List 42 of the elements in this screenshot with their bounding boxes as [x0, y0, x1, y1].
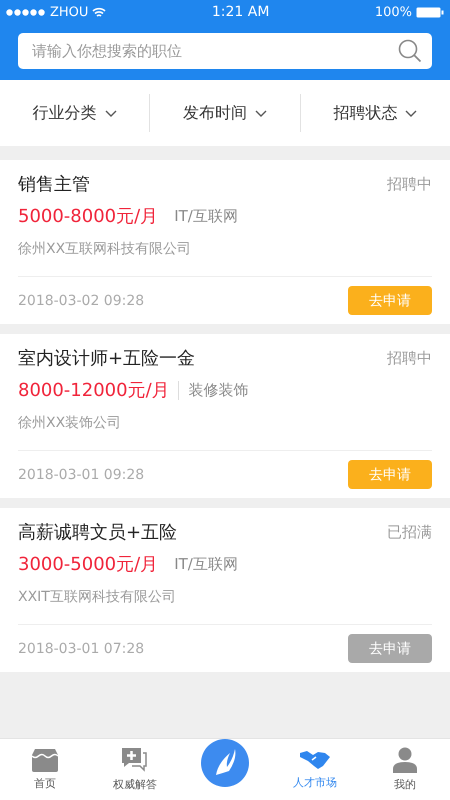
chevron-down-icon — [254, 110, 267, 116]
chevron-down-icon — [405, 110, 418, 116]
industry: 装修装饰 — [178, 380, 249, 400]
person-icon — [393, 747, 417, 773]
post-date: 2018-03-01 07:28 — [18, 640, 144, 656]
job-status: 招聘中 — [387, 348, 432, 368]
chat-add-icon — [121, 747, 149, 773]
handshake-icon — [300, 749, 330, 771]
tab-item[interactable]: 我的 — [360, 747, 450, 792]
battery-percent: 100% — [374, 4, 412, 20]
job-status: 招聘中 — [387, 174, 432, 194]
search-bar[interactable]: 请输入你想搜索的职位 — [18, 33, 432, 69]
job-title: 高薪诚聘文员+五险 — [18, 521, 178, 544]
filter-dropdown[interactable]: 行业分类 — [0, 94, 150, 132]
filter-dropdown[interactable]: 招聘状态 — [300, 94, 450, 132]
salary: 5000-8000元/月 — [18, 205, 158, 228]
post-date: 2018-03-01 09:28 — [18, 466, 144, 482]
industry: IT/互联网 — [173, 554, 238, 574]
job-status: 已招满 — [387, 522, 432, 542]
tab-item[interactable]: 人才市场 — [270, 749, 360, 790]
chevron-down-icon — [104, 110, 117, 116]
signal-icon — [6, 8, 46, 16]
job-title: 销售主管 — [18, 173, 90, 196]
post-date: 2018-03-02 09:28 — [18, 292, 144, 308]
job-title: 室内设计师+五险一金 — [18, 347, 196, 370]
company-name: 徐州XX装饰公司 — [18, 414, 122, 432]
job-card[interactable]: 室内设计师+五险一金 招聘中 8000-12000元/月 装修装饰 徐州XX装饰公司 2018-03-01 09:28 去申请 — [0, 334, 450, 498]
carrier-name: ZHOU — [50, 4, 88, 20]
tab-item[interactable]: 权威解答 — [90, 747, 180, 792]
company-name: 徐州XX互联网科技有限公司 — [18, 240, 192, 258]
shop-icon — [32, 748, 58, 772]
salary: 8000-12000元/月 — [18, 379, 170, 402]
status-time: 1:21 AM — [212, 4, 270, 20]
filter-dropdown[interactable]: 发布时间 — [149, 94, 300, 132]
salary: 3000-5000元/月 — [18, 553, 158, 576]
industry: IT/互联网 — [173, 206, 238, 226]
company-name: XXIT互联网科技有限公司 — [18, 588, 176, 606]
tab-item[interactable]: 首页 — [0, 748, 90, 791]
job-card[interactable]: 销售主管 招聘中 5000-8000元/月 IT/互联网 徐州XX互联网科技有限公司 2018-03-02 09:28 去申请 — [0, 160, 450, 324]
search-icon[interactable] — [398, 39, 422, 63]
battery-icon — [416, 6, 444, 18]
wifi-icon — [92, 6, 106, 18]
